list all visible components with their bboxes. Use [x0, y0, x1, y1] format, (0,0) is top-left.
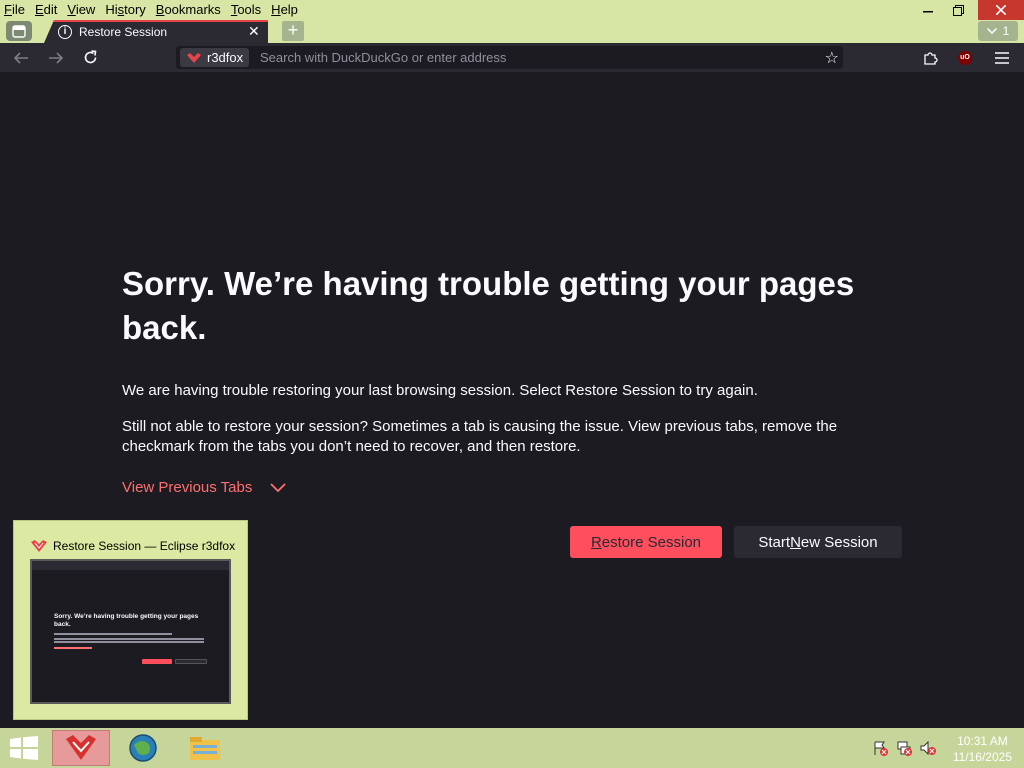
address-input[interactable] — [260, 46, 800, 69]
start-new-session-button[interactable]: Start New Session — [734, 526, 902, 558]
nav-toolbar: r3dfox ☆ uO — [0, 43, 1024, 72]
back-button[interactable] — [9, 47, 33, 68]
close-window-button[interactable] — [978, 0, 1024, 20]
forward-arrow-icon — [49, 51, 64, 64]
menu-help[interactable]: Help — [266, 0, 303, 20]
minimize-button[interactable] — [912, 0, 943, 20]
hamburger-menu-icon — [995, 51, 1009, 64]
url-bar[interactable]: r3dfox ☆ — [176, 46, 843, 69]
system-clock[interactable]: 10:31 AM 11/16/2025 — [953, 733, 1012, 765]
close-icon — [996, 5, 1006, 15]
minimize-icon — [922, 11, 933, 13]
preview-header: Restore Session — Eclipse r3dfox — [30, 539, 235, 553]
chevron-down-icon — [986, 28, 997, 34]
menu-edit[interactable]: Edit — [30, 0, 62, 20]
reload-icon — [84, 50, 96, 64]
identity-box[interactable]: r3dfox — [180, 48, 250, 67]
menu-tools[interactable]: Tools — [226, 0, 266, 20]
globe-icon — [129, 734, 157, 762]
forward-button[interactable] — [44, 47, 68, 68]
system-tray — [872, 740, 936, 756]
thumbnail-text-line — [54, 641, 204, 643]
tab-strip: i Restore Session ✕ + 1 — [0, 20, 1024, 43]
puzzle-icon — [923, 52, 938, 65]
folder-icon — [190, 737, 220, 760]
identity-label: r3dfox — [207, 50, 244, 65]
taskbar-window-preview[interactable]: Restore Session — Eclipse r3dfox Sorry. … — [13, 520, 248, 720]
volume-muted-icon[interactable] — [920, 740, 936, 756]
firefox-view-button[interactable] — [6, 21, 32, 41]
windows-taskbar: 10:31 AM 11/16/2025 — [0, 728, 1024, 768]
menu-history[interactable]: History — [100, 0, 150, 20]
preview-title: Restore Session — Eclipse r3dfox — [53, 539, 236, 553]
clock-date: 11/16/2025 — [952, 750, 1012, 764]
windows-logo-icon — [10, 736, 38, 760]
menu-file[interactable]: File — [0, 0, 30, 20]
taskbar-file-explorer[interactable] — [176, 730, 234, 766]
ublock-origin-button[interactable]: uO — [953, 47, 977, 68]
restore-window-icon — [953, 4, 964, 16]
error-description: We are having trouble restoring your las… — [122, 382, 758, 399]
taskbar-r3dfox[interactable] — [52, 730, 110, 766]
thumbnail-link-line — [54, 647, 92, 649]
thumbnail-text-line — [54, 633, 172, 635]
bookmark-star-icon[interactable]: ☆ — [825, 48, 839, 68]
thumbnail-restore-button — [142, 659, 172, 664]
menu-bar: File Edit View History Bookmarks Tools H… — [0, 0, 1024, 20]
r3dfox-logo-icon — [31, 540, 47, 552]
view-previous-tabs-toggle[interactable]: View Previous Tabs — [122, 479, 286, 496]
restore-session-button[interactable]: Restore Session — [570, 526, 722, 558]
thumbnail-toolbar — [32, 561, 229, 570]
chevron-down-icon — [270, 483, 286, 492]
menu-items: File Edit View History Bookmarks Tools H… — [0, 0, 303, 20]
back-arrow-icon — [13, 51, 28, 64]
new-tab-button[interactable]: + — [282, 21, 304, 41]
extensions-button[interactable] — [918, 47, 942, 68]
taskbar-browser-globe[interactable] — [114, 730, 172, 766]
tab-list-icon — [12, 24, 26, 38]
error-help-text: Still not able to restore your session? … — [122, 418, 838, 455]
thumbnail-title: Sorry. We’re having trouble getting your… — [54, 613, 199, 628]
clock-time: 10:31 AM — [957, 734, 1008, 748]
start-button[interactable] — [10, 736, 38, 760]
thumbnail-text-line — [54, 638, 204, 640]
r3dfox-logo-icon — [187, 52, 201, 63]
plus-icon: + — [287, 20, 299, 40]
ublock-origin-icon: uO — [958, 50, 972, 65]
action-center-flag-icon[interactable] — [872, 740, 888, 756]
thumbnail-new-session-button — [175, 659, 207, 664]
tab-title: Restore Session — [79, 25, 168, 39]
preview-thumbnail: Sorry. We’re having trouble getting your… — [30, 559, 231, 704]
page-title: Sorry. We’re having trouble getting your… — [122, 265, 855, 346]
tab-count: 1 — [1002, 24, 1010, 38]
menu-bookmarks[interactable]: Bookmarks — [151, 0, 226, 20]
view-previous-tabs-label: View Previous Tabs — [122, 479, 253, 496]
tab-close-icon[interactable]: ✕ — [248, 23, 260, 40]
info-icon: i — [58, 25, 72, 39]
menu-view[interactable]: View — [62, 0, 100, 20]
network-icon[interactable] — [896, 740, 912, 756]
tab-restore-session[interactable]: i Restore Session ✕ — [44, 20, 268, 43]
reload-button[interactable] — [78, 47, 102, 68]
app-menu-button[interactable] — [990, 47, 1014, 68]
all-tabs-button[interactable]: 1 — [978, 21, 1018, 41]
restore-window-button[interactable] — [943, 0, 974, 20]
r3dfox-logo-icon — [66, 735, 96, 760]
window-controls — [912, 0, 1024, 20]
